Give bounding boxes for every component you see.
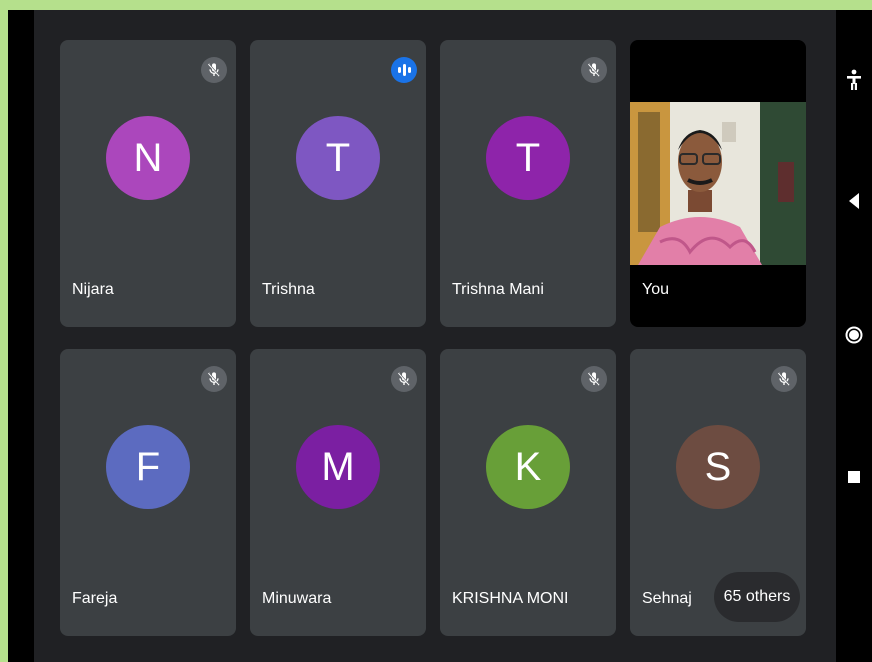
- participant-tile-fareja[interactable]: F Fareja: [60, 349, 236, 636]
- recents-square-icon[interactable]: [836, 462, 872, 492]
- mic-off-icon: [391, 366, 417, 392]
- participant-tile-nijara[interactable]: N Nijara: [60, 40, 236, 327]
- avatar: S: [676, 425, 760, 509]
- participant-tile-self[interactable]: You: [630, 40, 806, 327]
- participant-tile-minuwara[interactable]: M Minuwara: [250, 349, 426, 636]
- avatar: T: [486, 116, 570, 200]
- participant-tile-krishna-moni[interactable]: K KRISHNA MONI: [440, 349, 616, 636]
- mic-off-icon: [201, 57, 227, 83]
- back-triangle-icon[interactable]: [836, 186, 872, 216]
- participant-grid: N Nijara T Trishna T Trishna Mani You F …: [34, 10, 836, 662]
- avatar: N: [106, 116, 190, 200]
- participant-tile-trishna-mani[interactable]: T Trishna Mani: [440, 40, 616, 327]
- mic-off-icon: [201, 366, 227, 392]
- audio-level-icon: [391, 57, 417, 83]
- avatar: F: [106, 425, 190, 509]
- mic-off-icon: [581, 57, 607, 83]
- participant-name: Sehnaj: [642, 590, 692, 607]
- participant-tile-sehnaj[interactable]: S Sehnaj 65 others: [630, 349, 806, 636]
- participant-name: Nijara: [72, 281, 114, 298]
- participant-name: Minuwara: [262, 590, 332, 607]
- participant-name: Trishna: [262, 281, 315, 298]
- avatar: T: [296, 116, 380, 200]
- participant-name: Trishna Mani: [452, 281, 544, 298]
- avatar: K: [486, 425, 570, 509]
- mic-off-icon: [771, 366, 797, 392]
- participant-name: You: [642, 281, 669, 298]
- participant-tile-trishna[interactable]: T Trishna: [250, 40, 426, 327]
- participant-name: KRISHNA MONI: [452, 590, 569, 607]
- participant-name: Fareja: [72, 590, 118, 607]
- home-circle-icon[interactable]: [836, 320, 872, 350]
- self-video: [630, 102, 806, 265]
- mic-off-icon: [581, 366, 607, 392]
- accessibility-icon[interactable]: [836, 65, 872, 95]
- system-navigation-bar: [836, 10, 872, 662]
- device-screen: N Nijara T Trishna T Trishna Mani You F …: [8, 10, 872, 662]
- avatar: M: [296, 425, 380, 509]
- others-button[interactable]: 65 others: [714, 572, 800, 622]
